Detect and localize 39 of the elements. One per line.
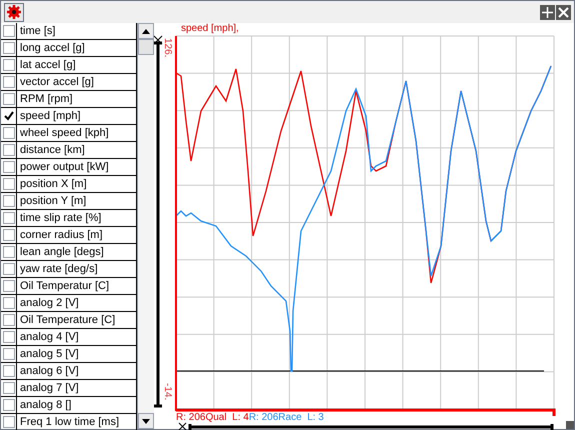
checkbox[interactable] (1, 91, 17, 107)
resize-grip-icon[interactable] (566, 421, 574, 429)
checkbox[interactable] (1, 142, 17, 158)
y-min-label: -14. (161, 383, 173, 400)
checkbox[interactable] (1, 23, 17, 39)
vertical-cursor-bar[interactable] (154, 42, 162, 408)
checkbox[interactable] (1, 193, 17, 209)
checkbox[interactable] (1, 414, 17, 430)
checkbox[interactable] (1, 176, 17, 192)
checkbox[interactable] (1, 261, 17, 277)
checkbox[interactable] (1, 278, 17, 294)
chart-title: speed [mph], (181, 23, 239, 35)
y-max-label: 126. (161, 38, 173, 58)
checkbox[interactable] (1, 74, 17, 90)
move-icon[interactable] (540, 4, 555, 20)
checkbox[interactable] (1, 295, 17, 311)
checkbox[interactable] (1, 397, 17, 413)
checkbox[interactable] (1, 329, 17, 345)
checkbox[interactable] (1, 125, 17, 141)
gear-icon[interactable] (4, 2, 24, 22)
checkbox[interactable] (1, 346, 17, 362)
down-arrow-icon (142, 418, 150, 424)
legend-label: R: 206Qual L: 4 (176, 412, 249, 424)
checkbox[interactable] (1, 57, 17, 73)
checkbox[interactable] (1, 312, 17, 328)
checkbox[interactable] (1, 244, 17, 260)
checkbox[interactable] (1, 380, 17, 396)
checkbox[interactable] (1, 363, 17, 379)
close-icon[interactable] (556, 4, 571, 20)
scroll-up-button[interactable] (138, 23, 154, 39)
checkbox[interactable] (1, 40, 17, 56)
checkbox[interactable] (1, 227, 17, 243)
checkbox[interactable] (1, 210, 17, 226)
scroll-down-button[interactable] (138, 413, 154, 429)
checkbox[interactable] (1, 159, 17, 175)
horizontal-cursor-bar[interactable] (188, 424, 554, 430)
scrollbar-thumb[interactable] (138, 39, 154, 55)
legend-label: R: 206Race L: 3 (248, 412, 324, 424)
up-arrow-icon (142, 28, 150, 34)
